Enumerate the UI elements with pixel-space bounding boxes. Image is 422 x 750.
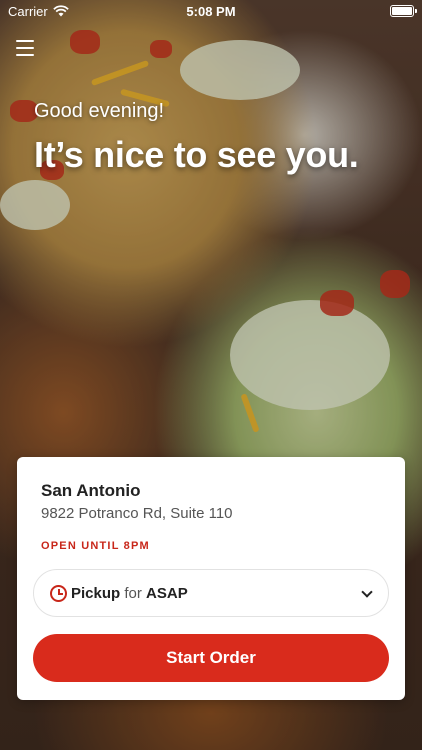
order-type: Pickup (71, 584, 121, 602)
greeting-text: Good evening! (34, 100, 165, 122)
hamburger-menu-icon[interactable] (16, 40, 34, 56)
start-order-button[interactable]: Start Order (33, 634, 389, 682)
status-bar: Carrier 5:08 PM (0, 0, 422, 22)
location-address: 9822 Potranco Rd, Suite 110 (41, 505, 233, 522)
headline-text: It’s nice to see you. (34, 134, 359, 175)
location-hours: OPEN UNTIL 8PM (41, 540, 150, 552)
order-mode-label: Pickup for ASAP (71, 585, 188, 602)
order-time: ASAP (146, 584, 188, 602)
chevron-down-icon (362, 588, 372, 598)
status-time: 5:08 PM (186, 3, 236, 19)
order-connector: for (124, 584, 142, 602)
clock-icon (50, 584, 67, 602)
order-mode-selector[interactable]: Pickup for ASAP (33, 569, 389, 617)
location-card: San Antonio 9822 Potranco Rd, Suite 110 … (17, 457, 405, 700)
battery-icon (390, 5, 417, 17)
location-name: San Antonio (41, 481, 141, 500)
